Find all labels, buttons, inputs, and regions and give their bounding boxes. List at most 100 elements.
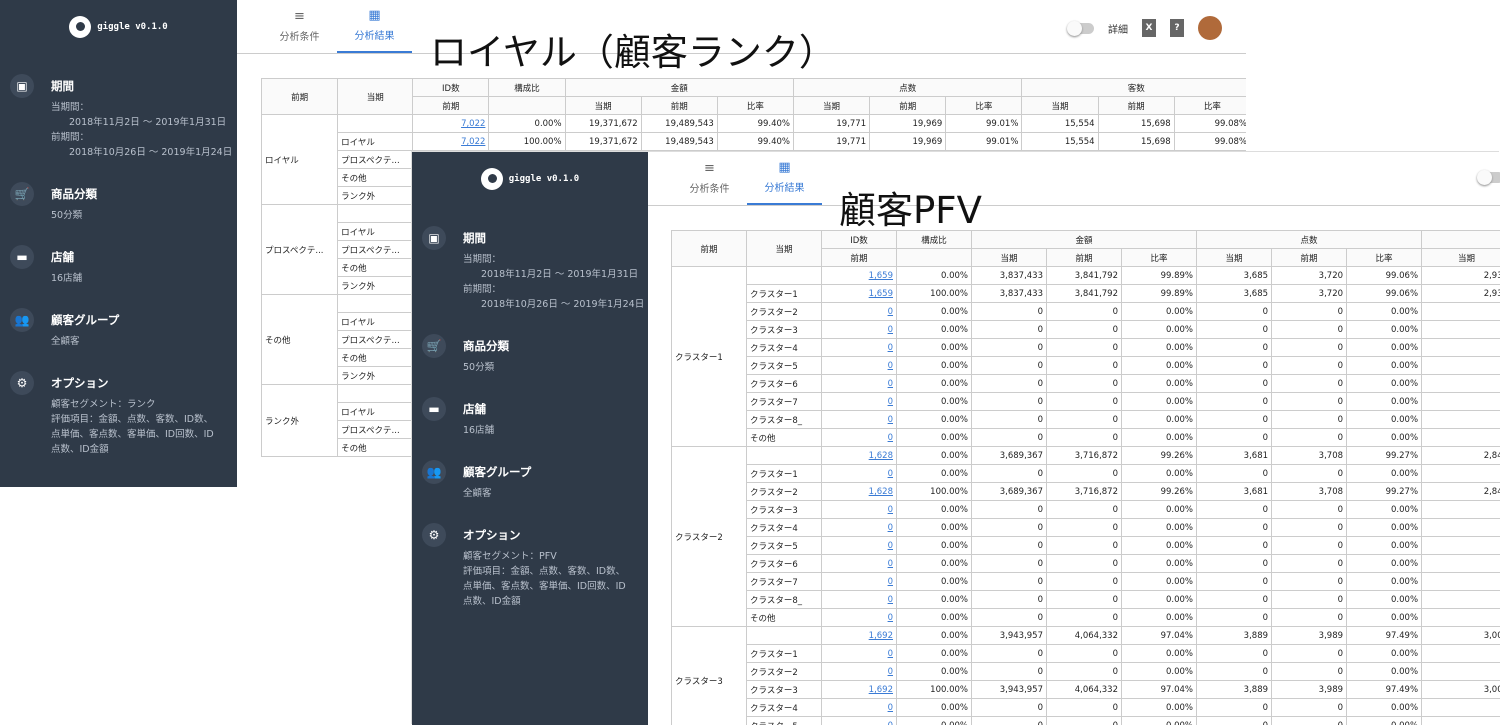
tab-conditions[interactable]: ≡ 分析条件 <box>262 0 337 53</box>
value-cell: 3,720 <box>1271 266 1348 285</box>
value-cell: 0 <box>1046 356 1122 375</box>
id-count-link[interactable]: 0 <box>821 554 897 573</box>
id-count-link[interactable]: 0 <box>821 374 897 393</box>
id-count-link[interactable]: 0 <box>821 320 897 339</box>
avatar[interactable] <box>1198 16 1222 40</box>
segment-cell: クラスター3 <box>746 680 822 699</box>
id-count-link[interactable]: 0 <box>821 662 897 681</box>
value-cell: 0 <box>1421 698 1500 717</box>
sidebar-item-store[interactable]: ▬ 店舗 16店舗 <box>412 397 648 438</box>
value-cell: 3,708 <box>1271 446 1348 465</box>
sidebar-item-group[interactable]: 👥 顧客グループ 全顧客 <box>412 460 648 501</box>
value-cell: 100.00% <box>488 132 566 151</box>
value-cell: 0 <box>1196 536 1273 555</box>
id-count-link[interactable]: 1,659 <box>821 284 897 303</box>
id-count-link[interactable]: 1,692 <box>821 626 897 645</box>
id-count-link[interactable]: 0 <box>821 500 897 519</box>
segment-cell: ランク外 <box>337 366 414 385</box>
id-count-link[interactable]: 1,628 <box>821 446 897 465</box>
detail-toggle[interactable] <box>1067 20 1094 36</box>
app-logo[interactable]: giggle v0.1.0 <box>0 0 237 54</box>
id-count-link[interactable]: 1,628 <box>821 482 897 501</box>
value-cell: 99.89% <box>1120 266 1198 285</box>
header-ratio[interactable]: 構成比 <box>896 230 972 249</box>
sidebar-item-period[interactable]: ▣ 期間 当期間： 2018年11月2日 ～ 2019年1月31日 前期間： 2… <box>412 226 648 312</box>
id-count-link[interactable]: 0 <box>821 428 897 447</box>
tab-conditions-label: 分析条件 <box>279 32 320 43</box>
id-count-link[interactable]: 7,022 <box>412 114 490 133</box>
calendar-icon: ▣ <box>422 226 446 250</box>
id-count-link[interactable]: 1,659 <box>821 266 897 285</box>
value-cell: 0 <box>1196 320 1273 339</box>
sidebar-item-group[interactable]: 👥 顧客グループ 全顧客 <box>0 308 237 349</box>
value-cell: 0 <box>1196 338 1273 357</box>
header-amount[interactable]: 金額 <box>970 230 1198 249</box>
header-cur[interactable]: 当期 <box>746 230 822 267</box>
header-id[interactable]: ID数 <box>821 230 897 249</box>
sidebar-item-option[interactable]: ⚙ オプション 顧客セグメント：ランク 評価項目：金額、点数、客数、ID数、 点… <box>0 371 237 457</box>
table-row: クラスター8_00.00%000.00%000.00%0 <box>672 410 1500 429</box>
id-count-link[interactable]: 0 <box>821 644 897 663</box>
value-cell: 0 <box>1196 608 1273 627</box>
app-logo[interactable]: giggle v0.1.0 <box>412 152 648 206</box>
id-count-link[interactable]: 7,022 <box>412 132 490 151</box>
value-cell: 99.06% <box>1346 284 1423 303</box>
value-cell: 0 <box>971 428 1047 447</box>
value-cell: 0 <box>1196 662 1273 681</box>
header-cur[interactable]: 当期 <box>337 78 414 115</box>
excel-icon[interactable]: X <box>1142 19 1156 37</box>
sidebar-item-option[interactable]: ⚙ オプション 顧客セグメント：PFV 評価項目：金額、点数、客数、ID数、 点… <box>412 523 648 609</box>
id-count-link[interactable]: 0 <box>821 338 897 357</box>
window-pfv: giggle v0.1.0 ▣ 期間 当期間： 2018年11月2日 ～ 201… <box>412 152 1500 725</box>
value-cell: 3,841,792 <box>1046 284 1122 303</box>
value-cell: 2,841 <box>1421 482 1500 501</box>
header-prev[interactable]: 前期 <box>671 230 747 267</box>
value-cell: 100.00% <box>896 284 972 303</box>
sidebar-item-store[interactable]: ▬ 店舗 16店舗 <box>0 245 237 286</box>
header-points[interactable]: 点数 <box>792 78 1023 97</box>
table-row: クラスター2 1,628 0.00% 3,689,367 3,716,872 99.26%… <box>671 446 1500 627</box>
value-cell: 0 <box>1196 392 1273 411</box>
id-count-link[interactable]: 0 <box>821 464 897 483</box>
id-count-link[interactable]: 0 <box>821 356 897 375</box>
sidebar-item-category[interactable]: 🛒 商品分類 50分類 <box>0 182 237 223</box>
id-count-link[interactable]: 0 <box>821 518 897 537</box>
value-cell: 3,003 <box>1421 626 1500 645</box>
store-icon: ▬ <box>422 397 446 421</box>
value-cell: 0 <box>1271 518 1348 537</box>
value-cell: 0.00% <box>896 518 972 537</box>
id-count-link[interactable]: 0 <box>821 590 897 609</box>
value-cell: 19,969 <box>869 132 947 151</box>
subheader-cur: 当期 <box>792 96 871 115</box>
sidebar-item-period[interactable]: ▣ 期間 当期間： 2018年11月2日 ～ 2019年1月31日 前期間： 2… <box>0 74 237 160</box>
header-id[interactable]: ID数 <box>412 78 490 97</box>
header-amount[interactable]: 金額 <box>564 78 794 97</box>
header-ratio[interactable]: 構成比 <box>488 78 566 97</box>
id-count-link[interactable]: 1,692 <box>821 680 897 699</box>
overlay-title: 顧客PFV <box>839 189 982 232</box>
id-count-link[interactable]: 0 <box>821 716 897 725</box>
value-cell: 3,837,433 <box>971 284 1047 303</box>
header-next[interactable] <box>1421 230 1500 249</box>
tab-conditions[interactable]: ≡ 分析条件 <box>672 152 747 205</box>
id-count-link[interactable]: 0 <box>821 698 897 717</box>
period-cur-range: 2018年11月2日 ～ 2019年1月31日 <box>481 269 639 280</box>
result-table-pfv: 前期 当期 ID数 構成比 金額 点数 前期 当期 前期 比率 当期 前期 比率 当期 クラスター1 1,… <box>671 230 1500 725</box>
help-icon[interactable]: ? <box>1170 19 1184 37</box>
filter-icon: ≡ <box>294 9 305 24</box>
header-points[interactable]: 点数 <box>1196 230 1423 249</box>
id-count-link[interactable]: 0 <box>821 302 897 321</box>
header-customers[interactable]: 客数 <box>1021 78 1246 97</box>
id-count-link[interactable]: 0 <box>821 536 897 555</box>
id-count-link[interactable]: 0 <box>821 410 897 429</box>
sidebar-item-category[interactable]: 🛒 商品分類 50分類 <box>412 334 648 375</box>
id-count-link[interactable]: 0 <box>821 572 897 591</box>
id-count-link[interactable]: 0 <box>821 392 897 411</box>
detail-toggle[interactable] <box>1477 170 1500 185</box>
value-cell: 3,889 <box>1196 626 1273 645</box>
tab-results[interactable]: ▦ 分析結果 <box>747 152 822 205</box>
value-cell: 99.01% <box>945 132 1023 151</box>
tab-results[interactable]: ▦ 分析結果 <box>337 0 412 53</box>
id-count-link[interactable]: 0 <box>821 608 897 627</box>
header-prev[interactable]: 前期 <box>260 78 339 115</box>
